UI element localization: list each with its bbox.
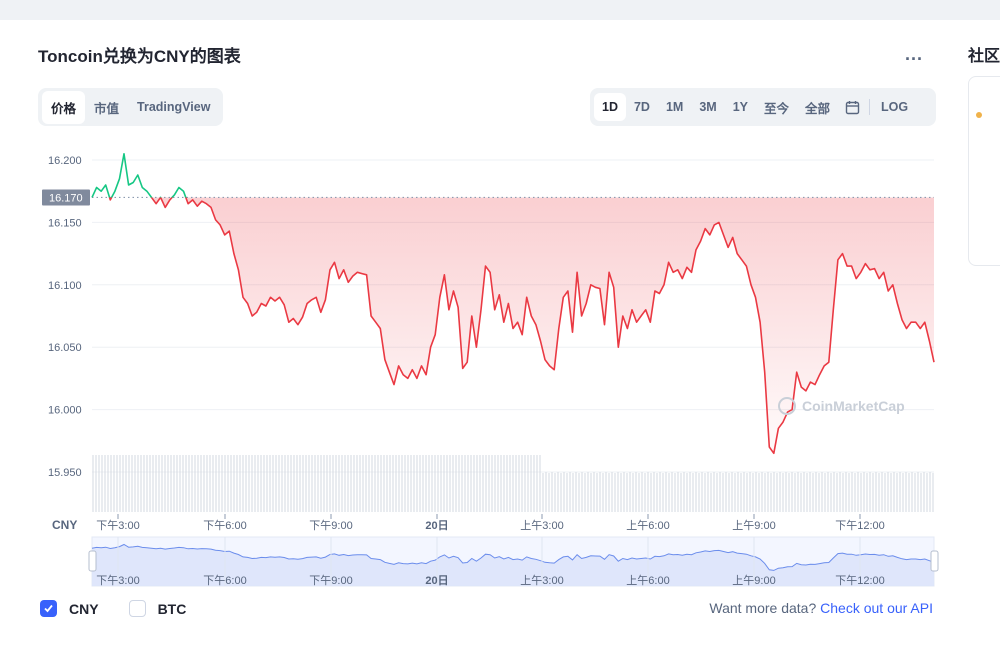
api-text: Want more data? xyxy=(709,600,817,616)
community-panel: 社区 xyxy=(950,20,1000,650)
x-tick-label: 上午3:00 xyxy=(520,519,563,532)
price-chart[interactable]: 16.200 16.150 16.100 16.050 16.000 15.950 16.1… xyxy=(0,20,950,590)
navigator-tick-label: 上午9:00 xyxy=(732,574,775,587)
x-tick-label: 上午9:00 xyxy=(732,519,775,532)
community-card xyxy=(968,76,1000,266)
btc-checkbox[interactable] xyxy=(128,600,146,617)
y-tick-label: 16.050 xyxy=(48,342,82,354)
api-promo: Want more data? Check out our API xyxy=(709,600,933,616)
navigator-tick-label: 下午6:00 xyxy=(203,574,246,587)
watermark-text: CoinMarketCap xyxy=(802,398,905,414)
navigator-handle-right[interactable] xyxy=(930,550,939,572)
navigator-tick-label: 上午6:00 xyxy=(626,574,669,587)
legend-label-cny: CNY xyxy=(69,600,99,617)
community-title: 社区 xyxy=(968,48,1000,65)
status-dot xyxy=(976,112,982,118)
reference-price-label: 16.170 xyxy=(49,192,83,204)
api-link[interactable]: Check out our API xyxy=(820,600,933,616)
navigator-tick-label: 下午9:00 xyxy=(309,574,352,587)
navigator-tick-label: 下午12:00 xyxy=(835,574,885,587)
x-tick-label: 下午12:00 xyxy=(835,519,885,532)
legend-label-btc: BTC xyxy=(157,600,187,617)
navigator-tick-label: 上午3:00 xyxy=(520,574,563,587)
x-tick-label: 20日 xyxy=(425,519,448,532)
y-tick-label: 15.950 xyxy=(48,467,82,479)
y-tick-label: 16.000 xyxy=(48,405,82,417)
navigator-handle-left[interactable] xyxy=(88,550,97,572)
cny-checkbox[interactable] xyxy=(40,600,57,617)
x-tick-label: 下午6:00 xyxy=(203,519,246,532)
currency-axis-label: CNY xyxy=(52,518,77,532)
legend: CNY BTC xyxy=(40,600,216,617)
y-tick-label: 16.150 xyxy=(48,217,82,229)
top-strip xyxy=(0,0,1000,20)
x-tick-label: 下午3:00 xyxy=(96,519,139,532)
navigator-tick-label: 20日 xyxy=(425,574,448,587)
x-tick-label: 下午9:00 xyxy=(309,519,352,532)
navigator-tick-label: 下午3:00 xyxy=(96,574,139,587)
check-icon xyxy=(44,604,53,613)
y-tick-label: 16.200 xyxy=(48,155,82,167)
x-tick-label: 上午6:00 xyxy=(626,519,669,532)
y-tick-label: 16.100 xyxy=(48,280,82,292)
